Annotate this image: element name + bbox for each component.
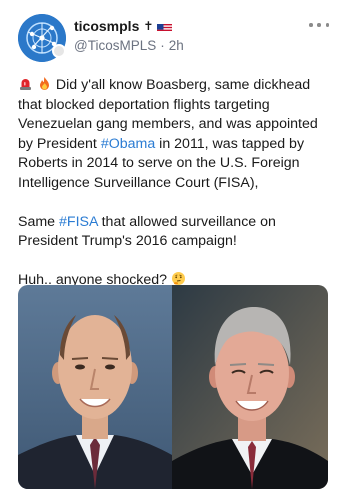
post-media[interactable]	[18, 285, 328, 489]
portrait-photo-left	[18, 285, 172, 489]
post-card[interactable]: ticosmpls ✝ @TicosMPLS · 2h Did y'all kn…	[0, 0, 345, 500]
hashtag-obama[interactable]: #Obama	[101, 136, 155, 152]
photo-left[interactable]	[18, 285, 172, 489]
portrait-photo-right	[172, 285, 328, 489]
post-body: Did y'all know Boasberg, same dickhead t…	[18, 76, 333, 310]
paragraph-2-text-a: Same	[18, 213, 60, 230]
fire-icon	[37, 76, 52, 91]
timestamp[interactable]: 2h	[169, 38, 184, 53]
hashtag-fisa[interactable]: #FISA	[59, 214, 98, 230]
siren-icon	[18, 76, 33, 91]
display-name[interactable]: ticosmpls	[74, 18, 139, 34]
cross-icon: ✝	[143, 19, 154, 33]
photo-right[interactable]	[172, 285, 328, 489]
author-row: ticosmpls ✝	[74, 16, 173, 36]
handle[interactable]: @TicosMPLS	[74, 38, 156, 53]
handle-row: @TicosMPLS · 2h	[74, 38, 184, 53]
paragraph-2: Same #FISA that allowed surveillance on …	[18, 213, 333, 252]
more-horizontal-icon[interactable]	[309, 18, 329, 32]
us-flag-icon	[157, 21, 173, 31]
thinking-face-icon	[171, 271, 186, 286]
verified-badge-icon	[52, 44, 66, 58]
separator: ·	[160, 38, 165, 53]
paragraph-1: Did y'all know Boasberg, same dickhead t…	[18, 76, 333, 193]
